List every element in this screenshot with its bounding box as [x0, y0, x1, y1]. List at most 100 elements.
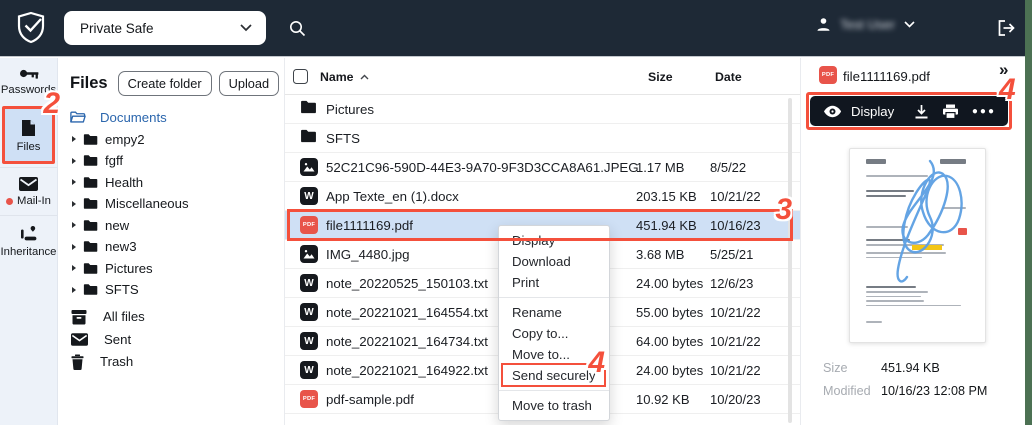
pdf-file-icon: PDF [819, 66, 837, 84]
create-folder-button[interactable]: Create folder [117, 71, 212, 96]
tree-folder-label: fgff [105, 153, 124, 169]
expand-arrow-icon[interactable] [72, 179, 76, 186]
file-size: 1.17 MB [636, 160, 685, 175]
tree-folder[interactable]: Miscellaneous [58, 193, 284, 215]
table-row[interactable]: W App Texte_en (1).docx 203.15 KB 10/21/22 [285, 182, 800, 211]
print-icon[interactable] [942, 104, 959, 119]
trash-icon [71, 354, 84, 370]
file-name: note_20221021_164734.txt [326, 334, 488, 349]
eye-icon[interactable] [823, 105, 842, 118]
tree-folder[interactable]: new3 [58, 236, 284, 258]
select-all-checkbox[interactable] [293, 69, 308, 84]
expand-arrow-icon[interactable] [72, 286, 76, 293]
tree-folder[interactable]: Health [58, 172, 284, 194]
folder-icon [83, 197, 98, 210]
pdf-preview-thumbnail[interactable] [849, 148, 986, 343]
menu-item-download[interactable]: Download [499, 251, 609, 272]
file-name: file1111169.pdf [326, 218, 413, 233]
word-file-icon: W [300, 274, 318, 292]
file-size: 55.00 bytes [636, 305, 704, 320]
more-options-icon[interactable]: ●●● [972, 106, 996, 117]
tree-folder-label: empy2 [105, 131, 145, 147]
sidebar-item-label: Files [16, 141, 41, 153]
tree-folder-label: Documents [100, 110, 167, 126]
folder-icon [83, 262, 98, 275]
tree-folder[interactable]: empy2 [58, 129, 284, 151]
display-button[interactable]: Display [851, 104, 894, 119]
sidebar-item-mail-in[interactable]: Mail-In [0, 168, 57, 215]
divider [499, 297, 609, 298]
tree-link-all-files[interactable]: All files [58, 306, 284, 329]
safe-selector-label: Private Safe [80, 20, 154, 36]
expand-arrow-icon[interactable] [72, 222, 76, 229]
open-folder-icon [70, 111, 86, 124]
divider [499, 390, 609, 391]
column-header-size[interactable]: Size [648, 70, 673, 84]
collapse-panel-icon[interactable]: » [999, 60, 1008, 80]
table-row[interactable]: Pictures [285, 95, 800, 124]
preview-panel: PDF file1111169.pdf » 4 Display ●●● Size… [800, 58, 1025, 425]
tree-folder[interactable]: fgff [58, 150, 284, 172]
file-details: Size 451.94 KB Modified 10/16/23 12:08 P… [823, 361, 987, 407]
file-size: 203.15 KB [636, 189, 697, 204]
user-menu[interactable]: Test User [816, 17, 915, 32]
file-list-header: Name Size Date [285, 58, 800, 95]
pdf-file-icon: PDF [300, 216, 318, 234]
tree-folder[interactable]: Pictures [58, 258, 284, 280]
tree-folder-documents[interactable]: Documents [58, 107, 284, 129]
tree-folder[interactable]: SFTS [58, 279, 284, 301]
tree-link-trash[interactable]: Trash [58, 351, 284, 374]
folder-icon [83, 133, 98, 146]
file-date: 10/21/22 [710, 305, 761, 320]
word-file-icon: W [300, 332, 318, 350]
file-date: 10/21/22 [710, 363, 761, 378]
menu-item-print[interactable]: Print [499, 272, 609, 293]
folder-icon [300, 129, 317, 143]
app-sidebar: Passwords 2 Files Mail-In Inheritance [0, 58, 60, 425]
file-size: 10.92 KB [636, 392, 690, 407]
file-date: 8/5/22 [710, 160, 747, 175]
table-row[interactable]: SFTS [285, 124, 800, 153]
menu-item-display[interactable]: Display [499, 230, 609, 251]
context-menu: Display Download Print Rename Copy to... Move… [498, 225, 610, 421]
folder-icon [83, 176, 98, 189]
logout-icon[interactable] [997, 19, 1016, 42]
file-name: note_20220525_150103.txt [326, 276, 488, 291]
file-date: 10/20/23 [710, 392, 761, 407]
tree-folder[interactable]: new [58, 215, 284, 237]
column-header-name[interactable]: Name [320, 70, 369, 84]
vertical-scrollbar[interactable] [788, 98, 792, 423]
menu-item-copy-to[interactable]: Copy to... [499, 323, 609, 344]
tree-folder-label: Health [105, 174, 144, 190]
tree-link-sent[interactable]: Sent [58, 328, 284, 351]
word-file-icon: W [300, 303, 318, 321]
search-icon[interactable] [289, 20, 306, 42]
expand-arrow-icon[interactable] [72, 136, 76, 143]
upload-button[interactable]: Upload [218, 71, 280, 96]
menu-item-move-to[interactable]: Move to... [499, 344, 609, 365]
tree-link-label: Trash [100, 354, 134, 370]
sidebar-item-files[interactable]: 2 Files [2, 89, 60, 164]
sidebar-item-passwords[interactable]: Passwords [0, 58, 57, 104]
tree-folder-label: new3 [105, 239, 137, 255]
table-row[interactable]: 52C21C96-590D-44E3-9A70-9F3D3CCA8A61.JPE… [285, 153, 800, 182]
brand-shield-logo [16, 11, 46, 49]
panel-title: Files [70, 74, 108, 92]
expand-arrow-icon[interactable] [72, 157, 76, 164]
sidebar-item-inheritance[interactable]: Inheritance [0, 216, 57, 266]
folder-icon [83, 240, 98, 253]
folder-icon [83, 283, 98, 296]
expand-arrow-icon[interactable] [72, 243, 76, 250]
file-name: IMG_4480.jpg [326, 247, 410, 262]
menu-item-send-securely[interactable]: Send securely 4 [499, 348, 609, 387]
menu-item-rename[interactable]: Rename [499, 302, 609, 323]
tree-folder-label: SFTS [105, 282, 139, 298]
download-icon[interactable] [914, 104, 929, 119]
column-header-date[interactable]: Date [715, 70, 742, 84]
menu-item-move-to-trash[interactable]: Move to trash [499, 395, 609, 416]
tree-folder-label: new [105, 217, 130, 233]
safe-selector-dropdown[interactable]: Private Safe [64, 11, 266, 45]
screenshot-edge-strip [1025, 0, 1032, 425]
expand-arrow-icon[interactable] [72, 265, 76, 272]
expand-arrow-icon[interactable] [72, 200, 76, 207]
